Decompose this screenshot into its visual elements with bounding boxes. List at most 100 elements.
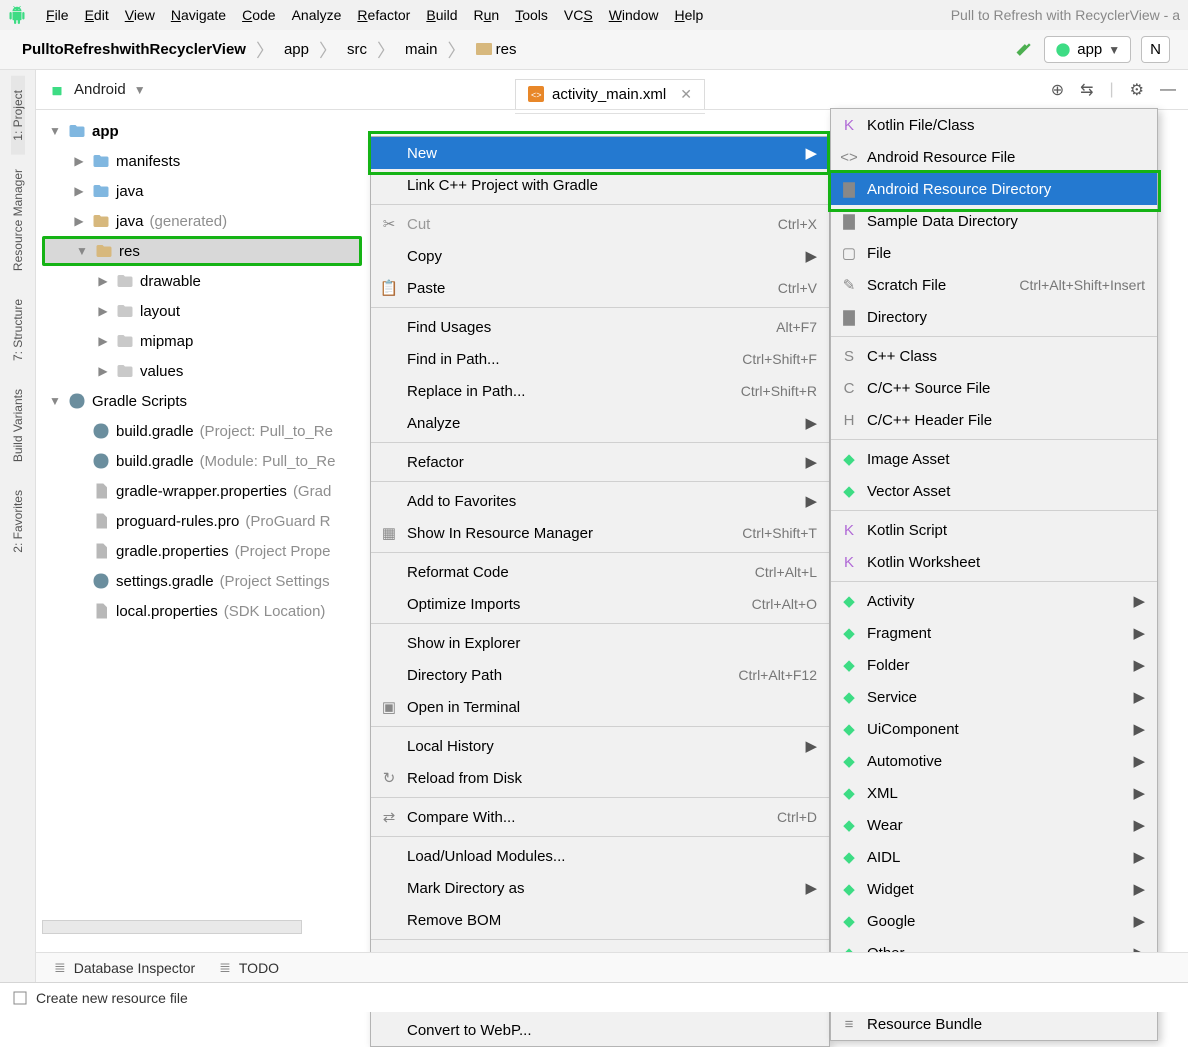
menu-item[interactable]: ◆Folder▶ [831,649,1157,681]
tree-node[interactable]: build.gradle (Module: Pull_to_Re [42,446,362,476]
menu-item[interactable]: ▣Open in Terminal [371,691,829,723]
menu-item[interactable]: SC++ Class [831,340,1157,372]
menu-window[interactable]: Window [601,3,667,27]
menu-item[interactable]: Remove BOM [371,904,829,936]
menu-item[interactable]: ◆Automotive▶ [831,745,1157,777]
menu-build[interactable]: Build [418,3,465,27]
menu-file[interactable]: File [38,3,77,27]
locate-icon[interactable]: ⊕ [1051,80,1064,100]
menu-item[interactable]: ◆Fragment▶ [831,617,1157,649]
menu-help[interactable]: Help [667,3,712,27]
menu-item[interactable]: ◆Widget▶ [831,873,1157,905]
sidebar-tab[interactable]: 7: Structure [11,285,25,375]
nav-right-button[interactable]: N [1141,36,1170,63]
menu-item[interactable]: Find in Path...Ctrl+Shift+F [371,343,829,375]
collapse-icon[interactable]: ⇆ [1080,80,1093,100]
menu-item[interactable]: Local History▶ [371,730,829,762]
tree-node[interactable]: ▼Gradle Scripts [42,386,362,416]
breadcrumb-item[interactable]: main [401,39,442,60]
menu-tools[interactable]: Tools [507,3,556,27]
menu-item[interactable]: ◆Google▶ [831,905,1157,937]
menu-item[interactable]: ▇Directory [831,301,1157,333]
bottom-tab[interactable]: ≣TODO [219,959,279,976]
menu-refactor[interactable]: Refactor [349,3,418,27]
menu-run[interactable]: Run [465,3,507,27]
menu-item[interactable]: ◆Service▶ [831,681,1157,713]
menu-item[interactable]: KKotlin File/Class [831,109,1157,141]
menu-item[interactable]: ◆Image Asset [831,443,1157,475]
menu-vcs[interactable]: VCS [556,3,601,27]
breadcrumb-item[interactable]: src [343,39,371,60]
sidebar-tab[interactable]: 2: Favorites [11,476,25,567]
tree-node[interactable]: gradle-wrapper.properties (Grad [42,476,362,506]
breadcrumb-item[interactable]: PulltoRefreshwithRecyclerView [18,39,250,60]
menu-item[interactable]: HC/C++ Header File [831,404,1157,436]
build-hammer-icon[interactable] [1014,40,1034,60]
bottom-tab[interactable]: ≣Database Inspector [54,959,195,976]
menu-item[interactable]: Add to Favorites▶ [371,485,829,517]
menu-item[interactable]: ◆Wear▶ [831,809,1157,841]
sidebar-tab[interactable]: Resource Manager [11,155,25,285]
menu-item[interactable]: ▢File [831,237,1157,269]
menu-view[interactable]: View [117,3,163,27]
tree-node[interactable]: local.properties (SDK Location) [42,596,362,626]
tree-node[interactable]: ▶layout [42,296,362,326]
tree-node[interactable]: ▶java [42,176,362,206]
breadcrumb-item[interactable]: res [472,39,521,60]
project-view-label[interactable]: Android [74,81,126,98]
menu-analyze[interactable]: Analyze [284,3,350,27]
menu-navigate[interactable]: Navigate [163,3,234,27]
menu-item[interactable]: Mark Directory as▶ [371,872,829,904]
menu-item[interactable]: ◆XML▶ [831,777,1157,809]
menu-item[interactable]: KKotlin Worksheet [831,546,1157,578]
tree-node[interactable]: ▼res [42,236,362,266]
hide-icon[interactable]: — [1160,81,1176,99]
tree-node[interactable]: gradle.properties (Project Prope [42,536,362,566]
sidebar-tab[interactable]: 1: Project [11,76,25,155]
tree-node[interactable]: ▶java (generated) [42,206,362,236]
settings-icon[interactable]: ⚙ [1130,80,1144,100]
menu-item[interactable]: ↻Reload from Disk [371,762,829,794]
menu-item[interactable]: Load/Unload Modules... [371,840,829,872]
breadcrumb-item[interactable]: app [280,39,313,60]
tree-node[interactable]: proguard-rules.pro (ProGuard R [42,506,362,536]
menu-item[interactable]: Directory PathCtrl+Alt+F12 [371,659,829,691]
tree-node[interactable]: ▶values [42,356,362,386]
menu-item[interactable]: ▦Show In Resource ManagerCtrl+Shift+T [371,517,829,549]
menu-edit[interactable]: Edit [77,3,117,27]
menu-item[interactable]: Replace in Path...Ctrl+Shift+R [371,375,829,407]
tree-node[interactable]: ▼app [42,116,362,146]
tree-node[interactable]: settings.gradle (Project Settings [42,566,362,596]
menu-item[interactable]: CC/C++ Source File [831,372,1157,404]
menu-item[interactable]: Show in Explorer [371,627,829,659]
menu-item[interactable]: <>Android Resource File [831,141,1157,173]
close-icon[interactable]: ✕ [680,86,692,103]
menu-item[interactable]: ◆Activity▶ [831,585,1157,617]
menu-item[interactable]: Optimize ImportsCtrl+Alt+O [371,588,829,620]
menu-item[interactable]: Convert to WebP... [371,1014,829,1046]
menu-item[interactable]: ⇄Compare With...Ctrl+D [371,801,829,833]
tree-scrollbar[interactable] [42,920,302,934]
menu-item[interactable]: Find UsagesAlt+F7 [371,311,829,343]
menu-item[interactable]: ≡Resource Bundle [831,1008,1157,1040]
menu-item[interactable]: ✂CutCtrl+X [371,208,829,240]
tree-node[interactable]: ▶mipmap [42,326,362,356]
tree-node[interactable]: build.gradle (Project: Pull_to_Re [42,416,362,446]
tree-node[interactable]: ▶drawable [42,266,362,296]
menu-item[interactable]: ◆UiComponent▶ [831,713,1157,745]
menu-item[interactable]: KKotlin Script [831,514,1157,546]
tree-node[interactable]: ▶manifests [42,146,362,176]
menu-item[interactable]: ◆Vector Asset [831,475,1157,507]
menu-item[interactable]: Copy▶ [371,240,829,272]
menu-item[interactable]: Reformat CodeCtrl+Alt+L [371,556,829,588]
run-config-dropdown[interactable]: app ▼ [1044,36,1131,63]
menu-item[interactable]: ◆AIDL▶ [831,841,1157,873]
chevron-down-icon[interactable]: ▼ [134,83,146,97]
sidebar-tab[interactable]: Build Variants [11,375,25,476]
menu-code[interactable]: Code [234,3,283,27]
menu-item[interactable]: ✎Scratch FileCtrl+Alt+Shift+Insert [831,269,1157,301]
menu-item[interactable]: Refactor▶ [371,446,829,478]
menu-item[interactable]: Analyze▶ [371,407,829,439]
editor-tab[interactable]: <> activity_main.xml ✕ [515,74,705,114]
menu-item[interactable]: 📋PasteCtrl+V [371,272,829,304]
